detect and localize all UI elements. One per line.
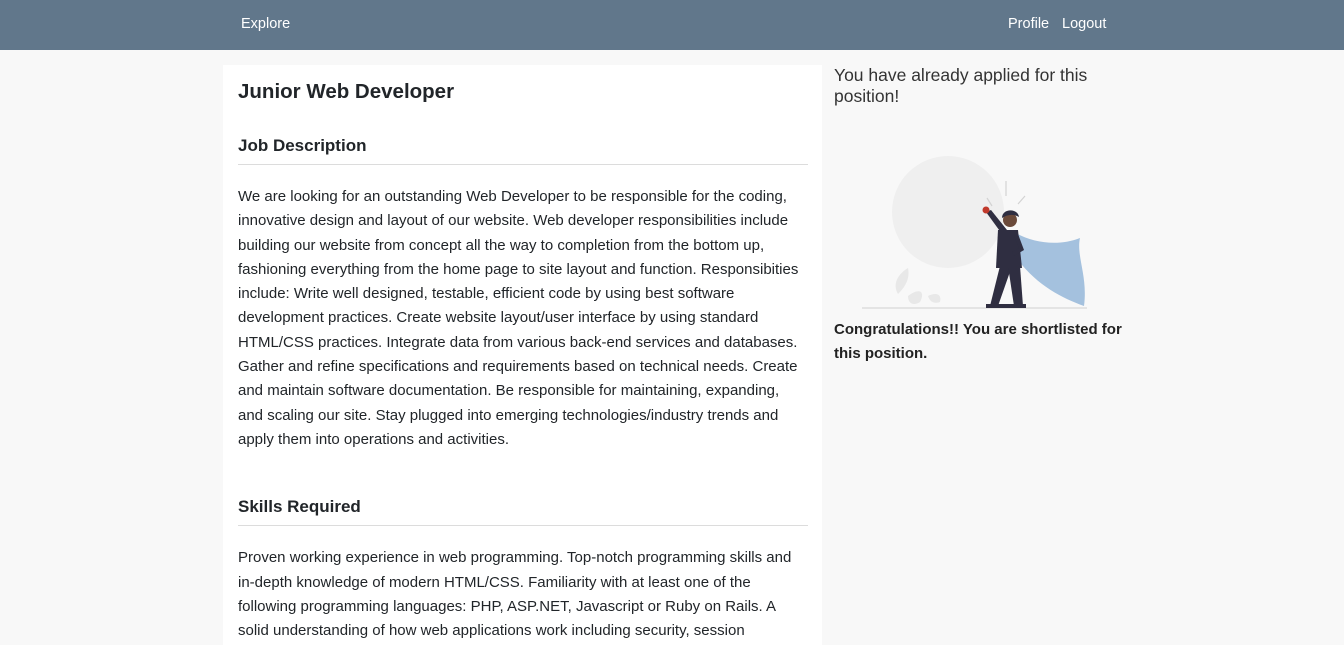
superhero-woman-illustration [862, 156, 1087, 309]
nav-logout-link[interactable]: Logout [1062, 15, 1106, 33]
job-description-heading: Job Description [238, 135, 808, 165]
top-navbar: Explore Profile Logout [0, 0, 1344, 50]
job-details-card: Junior Web Developer Job Description We … [223, 65, 822, 645]
figure-legs [990, 266, 1023, 306]
job-details-content: Junior Web Developer Job Description We … [223, 79, 822, 643]
nav-explore-link[interactable]: Explore [241, 15, 290, 33]
job-title: Junior Web Developer [238, 80, 455, 103]
already-applied-message: You have already applied for this positi… [834, 65, 1088, 106]
nav-profile-link[interactable]: Profile [1008, 15, 1049, 33]
cape [1014, 232, 1085, 306]
figure-fist [982, 206, 990, 214]
skills-required-text: Proven working experience in web program… [238, 549, 792, 640]
skills-required-heading: Skills Required [238, 496, 808, 527]
shortlisted-message: Congratulations!! You are shortlisted fo… [834, 321, 1122, 362]
application-status-panel: You have already applied for this positi… [834, 65, 1124, 366]
figure-shoes [986, 304, 1026, 308]
job-description-text: We are looking for an outstanding Web De… [238, 188, 799, 448]
leaves [895, 268, 941, 304]
